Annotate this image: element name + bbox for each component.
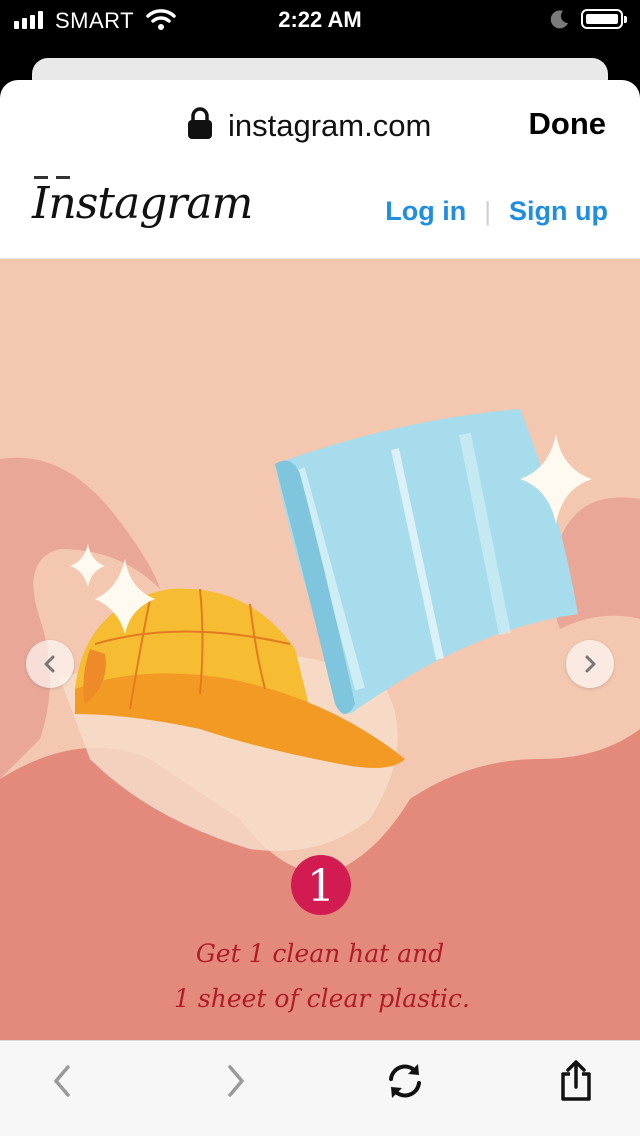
auth-links: Log in | Sign up (385, 196, 608, 227)
url-text: instagram.com (228, 107, 432, 143)
auth-divider: | (484, 196, 492, 226)
back-arrow-icon (54, 1065, 70, 1097)
instagram-header: Instagram Log in | Sign up (0, 166, 640, 259)
share-icon (561, 1060, 591, 1101)
forward-arrow-icon (228, 1065, 244, 1097)
caption-line-1: Get 1 clean hat and (196, 939, 444, 968)
url-display[interactable]: instagram.com (186, 106, 431, 145)
back-button[interactable] (22, 1041, 102, 1121)
carousel-prev-button[interactable] (26, 640, 74, 688)
chevron-left-icon (44, 655, 55, 673)
moon-icon (550, 9, 570, 34)
lock-icon (186, 106, 214, 145)
browser-nav-bar: instagram.com Done (0, 80, 640, 166)
share-button[interactable] (536, 1041, 616, 1121)
refresh-button[interactable] (365, 1041, 445, 1121)
forward-button[interactable] (196, 1041, 276, 1121)
status-time: 2:22 AM (278, 7, 362, 32)
clipped-header-fragment (34, 166, 98, 179)
step-badge: 1 (291, 855, 351, 915)
safari-view-sheet: instagram.com Done Instagram Log in | Si… (0, 80, 640, 1136)
browser-toolbar (0, 1040, 640, 1136)
caption-line-2: 1 sheet of clear plastic. (174, 984, 470, 1013)
carousel-next-button[interactable] (566, 640, 614, 688)
chevron-right-icon (585, 655, 596, 673)
battery-icon (581, 9, 627, 29)
refresh-icon (389, 1064, 421, 1098)
step-number: 1 (307, 861, 335, 912)
signup-link[interactable]: Sign up (509, 196, 608, 227)
login-link[interactable]: Log in (385, 196, 466, 227)
status-bar: SMART 2:22 AM (0, 0, 640, 40)
post-illustration: 1 Get 1 clean hat and 1 sheet of clear p… (0, 259, 640, 1040)
instagram-logo[interactable]: Instagram (32, 178, 253, 229)
done-button[interactable]: Done (529, 106, 607, 142)
post-image[interactable]: 1 Get 1 clean hat and 1 sheet of clear p… (0, 259, 640, 1040)
